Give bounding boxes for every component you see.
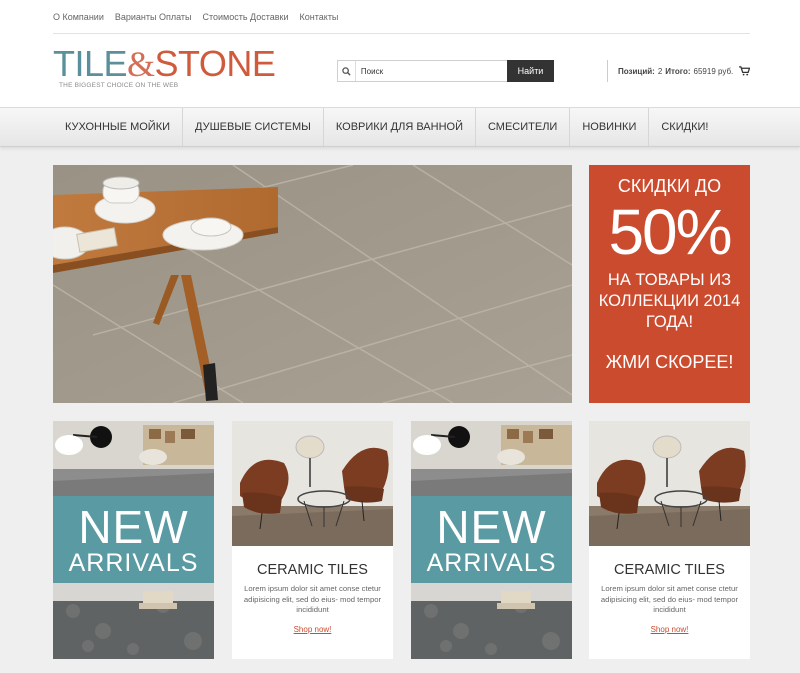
ceramic-tiles-title: CERAMIC TILES: [614, 562, 725, 578]
cart-positions-label: Позиций:: [618, 66, 655, 76]
shop-now-link[interactable]: Shop now!: [651, 625, 689, 634]
nav-item-bath-mats[interactable]: КОВРИКИ ДЛЯ ВАННОЙ: [324, 108, 476, 146]
nav-item-kitchen-sinks[interactable]: КУХОННЫЕ МОЙКИ: [53, 108, 184, 146]
new-arrivals-new: NEW: [78, 501, 189, 553]
site-header: О Компании Варианты Оплаты Стоимость Дос…: [0, 0, 800, 107]
search-icon: [338, 61, 356, 81]
cart-positions-count: 2: [657, 66, 663, 76]
ceramic-tiles-image: [589, 421, 750, 546]
main-nav: КУХОННЫЕ МОЙКИ ДУШЕВЫЕ СИСТЕМЫ КОВРИКИ Д…: [0, 107, 800, 147]
nav-item-shower-systems[interactable]: ДУШЕВЫЕ СИСТЕМЫ: [183, 108, 324, 146]
ceramic-tiles-body: CERAMIC TILES Lorem ipsum dolor sit amet…: [232, 546, 393, 659]
ceramic-tiles-image: [232, 421, 393, 546]
new-arrivals-band: NEW ARRIVALS: [53, 496, 214, 583]
cart-icon[interactable]: [739, 66, 751, 76]
new-arrivals-card-2[interactable]: NEW ARRIVALS: [411, 421, 572, 659]
new-arrivals-card-1[interactable]: NEW ARRIVALS: [53, 421, 214, 659]
search-box: [337, 60, 507, 82]
ceramic-tiles-card-2[interactable]: CERAMIC TILES Lorem ipsum dolor sit amet…: [589, 421, 750, 659]
top-link-payment[interactable]: Варианты Оплаты: [115, 12, 192, 22]
promo-cta: ЖМИ СКОРЕЕ!: [605, 352, 734, 372]
top-link-delivery[interactable]: Стоимость Доставки: [202, 12, 288, 22]
search-input[interactable]: [355, 66, 507, 76]
nav-item-sales[interactable]: СКИДКИ!: [649, 108, 720, 146]
promo-discount-label: СКИДКИ ДО: [617, 176, 722, 196]
new-arrivals-sub: ARRIVALS: [426, 549, 557, 577]
new-arrivals-band: NEW ARRIVALS: [411, 496, 572, 583]
shop-now-link[interactable]: Shop now!: [294, 625, 332, 634]
cart-total-label: Итого:: [665, 66, 691, 76]
nav-item-new[interactable]: НОВИНКИ: [570, 108, 650, 146]
promo-collection-text: НА ТОВАРЫ ИЗ КОЛЛЕКЦИИ 2014 ГОДА!: [598, 271, 741, 331]
logo-ampersand: &: [127, 44, 155, 84]
top-link-about[interactable]: О Компании: [53, 12, 104, 22]
ceramic-tiles-text: Lorem ipsum dolor sit amet conse ctetur …: [600, 584, 739, 614]
promo-banner[interactable]: СКИДКИ ДО 50% НА ТОВАРЫ ИЗ КОЛЛЕКЦИИ 201…: [589, 165, 750, 403]
ceramic-tiles-card-1[interactable]: CERAMIC TILES Lorem ipsum dolor sit amet…: [232, 421, 393, 659]
ceramic-tiles-title: CERAMIC TILES: [257, 562, 368, 578]
top-link-contacts[interactable]: Контакты: [300, 12, 339, 22]
new-arrivals-new: NEW: [436, 501, 547, 553]
search-button[interactable]: Найти: [507, 60, 554, 82]
site-logo[interactable]: TILE&STONE THE BIGGEST CHOICE ON THE WEB: [53, 43, 276, 90]
search-form: Найти: [337, 60, 554, 82]
new-arrivals-sub: ARRIVALS: [68, 549, 199, 577]
top-links: О Компании Варианты Оплаты Стоимость Дос…: [53, 12, 338, 22]
cart-summary[interactable]: Позиций: 2 Итого: 65919 руб.: [607, 60, 751, 82]
logo-stone: STONE: [154, 43, 276, 84]
header-divider: [53, 33, 750, 34]
promo-percent: 50%: [608, 196, 732, 268]
cart-total-value: 65919 руб.: [693, 66, 734, 76]
hero-banner-image[interactable]: [53, 165, 572, 403]
nav-item-faucets[interactable]: СМЕСИТЕЛИ: [476, 108, 571, 146]
ceramic-tiles-text: Lorem ipsum dolor sit amet conse ctetur …: [243, 584, 382, 614]
logo-tile: TILE: [53, 43, 128, 84]
ceramic-tiles-body: CERAMIC TILES Lorem ipsum dolor sit amet…: [589, 546, 750, 659]
